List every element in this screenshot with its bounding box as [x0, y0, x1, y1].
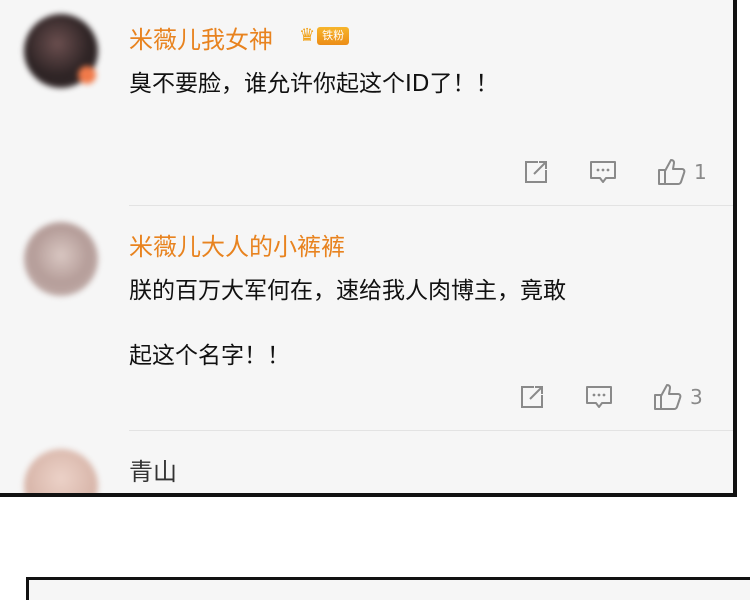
comment-username[interactable]: 米薇儿我女神	[129, 20, 273, 55]
comment-actions: 3	[518, 382, 703, 412]
divider	[129, 430, 733, 431]
like-icon[interactable]	[652, 382, 684, 412]
comment-username[interactable]: 米薇儿大人的小裤裤	[129, 227, 345, 262]
next-panel-edge	[26, 577, 750, 600]
avatar[interactable]	[24, 222, 98, 296]
avatar[interactable]	[24, 14, 98, 88]
fan-badge[interactable]: ♛ 铁粉	[299, 24, 350, 48]
comment-text-line: 朕的百万大军何在，速给我人肉博主，竟敢	[129, 278, 566, 304]
comment-text: 臭不要脸，谁允许你起这个ID了！！	[129, 71, 499, 97]
comment-panel: 米薇儿我女神 ♛ 铁粉 臭不要脸，谁允许你起这个ID了！！ 1 米薇儿大人的小裤…	[0, 0, 737, 497]
fan-badge-label: 铁粉	[317, 27, 350, 45]
comment-icon[interactable]	[584, 383, 614, 411]
repost-icon[interactable]	[518, 383, 546, 411]
comment-text-line: 起这个名字！！	[129, 343, 290, 369]
comment-actions: 1	[522, 157, 707, 187]
avatar-badge-dot	[78, 66, 96, 84]
crown-icon: ♛	[299, 25, 316, 46]
comment-icon[interactable]	[588, 158, 618, 186]
comment-username[interactable]: 青山	[129, 452, 177, 487]
like-count: 3	[690, 385, 703, 409]
like-icon[interactable]	[656, 157, 688, 187]
divider	[129, 205, 733, 206]
avatar[interactable]	[24, 449, 98, 493]
like-count: 1	[694, 160, 707, 184]
repost-icon[interactable]	[522, 158, 550, 186]
